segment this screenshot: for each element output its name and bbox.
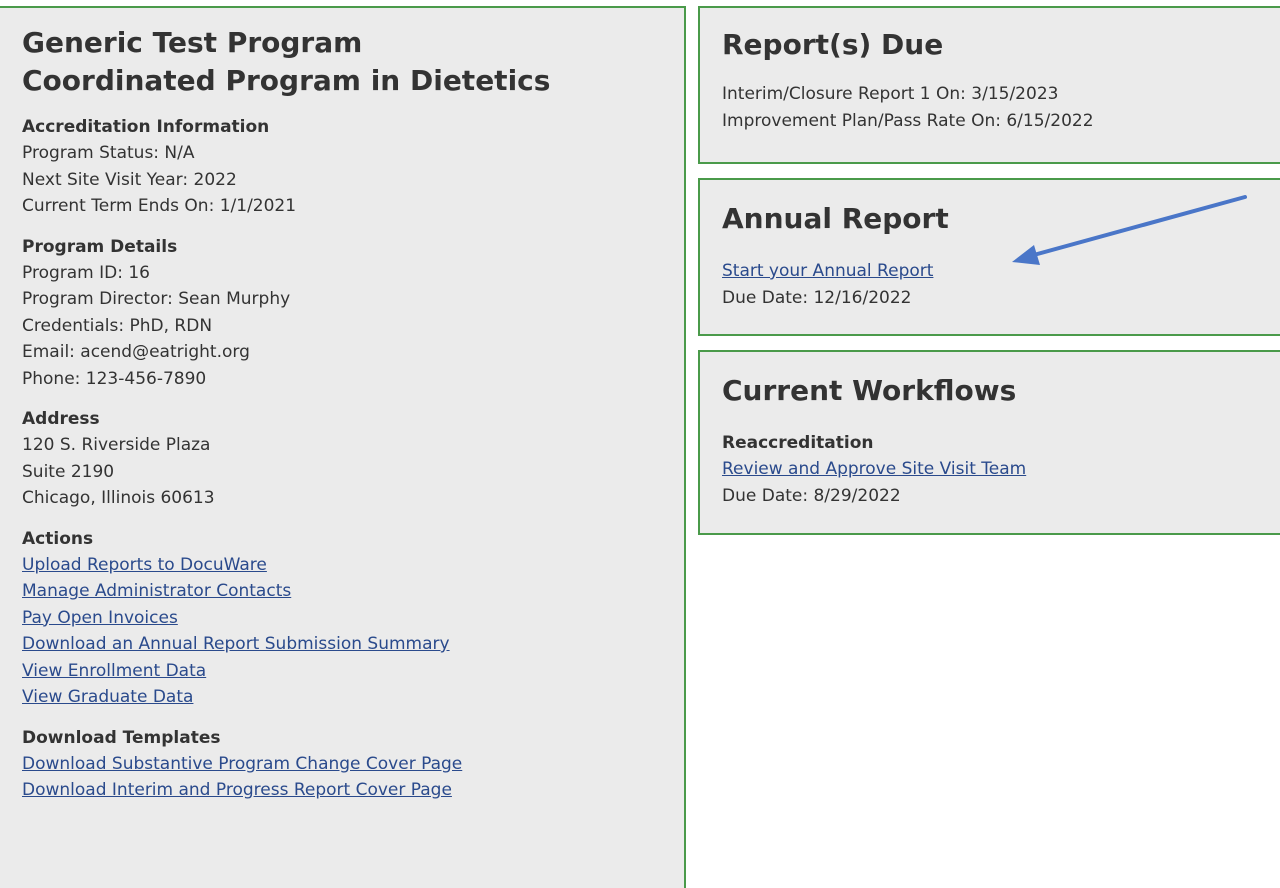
current-workflows-panel: Current Workflows Reaccreditation Review… (698, 350, 1280, 535)
credentials: Credentials: PhD, RDN (22, 315, 213, 336)
download-change-cover-link[interactable]: Download Substantive Program Change Cove… (22, 751, 662, 778)
address-heading: Address (22, 409, 100, 429)
page: Generic Test Program Coordinated Program… (0, 0, 1280, 888)
view-graduate-link[interactable]: View Graduate Data (22, 684, 662, 711)
term-ends: Current Term Ends On: 1/1/2021 (22, 196, 297, 216)
download-interim-cover-link[interactable]: Download Interim and Progress Report Cov… (22, 777, 662, 804)
next-site-visit: Next Site Visit Year: 2022 (22, 169, 237, 190)
report-due-item: Improvement Plan/Pass Rate On: 6/15/2022 (722, 110, 1094, 131)
address-line-1: 120 S. Riverside Plaza (22, 435, 211, 455)
address-line-3: Chicago, Illinois 60613 (22, 488, 215, 508)
report-due-item: Interim/Closure Report 1 On: 3/15/2023 (722, 84, 1059, 104)
reports-due-title: Report(s) Due (722, 28, 944, 61)
program-status: Program Status: N/A (22, 143, 195, 163)
accreditation-section: Accreditation Information Program Status… (22, 114, 662, 220)
annual-report-title: Annual Report (722, 202, 949, 235)
pay-invoices-link[interactable]: Pay Open Invoices (22, 605, 662, 632)
annual-report-body: Start your Annual Report Due Date: 12/16… (722, 258, 1264, 311)
view-enrollment-link[interactable]: View Enrollment Data (22, 658, 662, 685)
program-details-heading: Program Details (22, 236, 178, 257)
program-info-panel: Generic Test Program Coordinated Program… (0, 6, 686, 888)
address-line-2: Suite 2190 (22, 461, 115, 482)
reports-due-panel: Report(s) Due Interim/Closure Report 1 O… (698, 6, 1280, 164)
accreditation-heading: Accreditation Information (22, 117, 270, 137)
manage-contacts-link[interactable]: Manage Administrator Contacts (22, 578, 662, 605)
templates-heading: Download Templates (22, 727, 221, 748)
review-site-visit-team-link[interactable]: Review and Approve Site Visit Team (722, 456, 1264, 483)
workflow-due-date: Due Date: 8/29/2022 (722, 485, 901, 506)
actions-section: Actions Upload Reports to DocuWare Manag… (22, 526, 662, 711)
reports-due-list: Interim/Closure Report 1 On: 3/15/2023 I… (722, 81, 1264, 134)
upload-reports-link[interactable]: Upload Reports to DocuWare (22, 552, 662, 579)
annual-report-panel: Annual Report Start your Annual Report D… (698, 178, 1280, 336)
download-summary-link[interactable]: Download an Annual Report Submission Sum… (22, 631, 662, 658)
start-annual-report-link[interactable]: Start your Annual Report (722, 258, 1264, 285)
templates-section: Download Templates Download Substantive … (22, 725, 662, 804)
workflow-name: Reaccreditation (722, 433, 874, 453)
phone: Phone: 123-456-7890 (22, 368, 207, 389)
actions-heading: Actions (22, 528, 94, 549)
program-id: Program ID: 16 (22, 262, 150, 283)
workflow-item: Reaccreditation Review and Approve Site … (722, 430, 1264, 509)
current-workflows-title: Current Workflows (722, 374, 1017, 407)
email: Email: acend@eatright.org (22, 342, 250, 362)
annual-report-due-date: Due Date: 12/16/2022 (722, 287, 912, 308)
program-type: Coordinated Program in Dietetics (22, 64, 551, 97)
program-details-section: Program Details Program ID: 16 Program D… (22, 234, 662, 393)
program-name: Generic Test Program (22, 26, 363, 59)
program-director: Program Director: Sean Murphy (22, 289, 291, 309)
address-section: Address 120 S. Riverside Plaza Suite 219… (22, 406, 662, 512)
